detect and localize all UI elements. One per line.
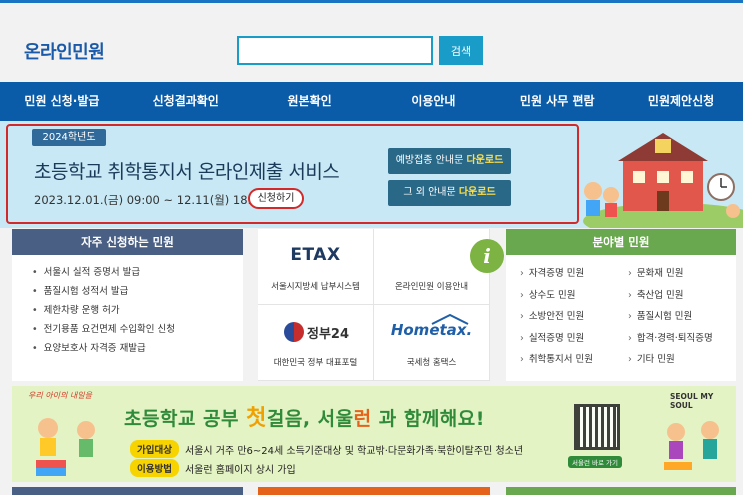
list-item[interactable]: 품질시험 성적서 발급 <box>32 282 243 301</box>
list-item[interactable]: 품질시험 민원 <box>628 306 736 328</box>
main-nav: 민원 신청·발급 신청결과확인 원본확인 이용안내 민원 사무 편람 민원제안신… <box>0 82 743 121</box>
frequent-services-title: 자주 신청하는 민원 <box>12 229 243 255</box>
ad-headline: 초등학교 공부 첫걸음, 서울런 과 함께해요! <box>124 400 485 432</box>
usage-text: 서울런 홈페이지 상시 가입 <box>184 464 296 476</box>
nav-item-proposal[interactable]: 민원제안신청 <box>619 82 743 121</box>
vaccination-download-label: 예방접종 안내문 <box>395 155 464 166</box>
next-section-strip <box>506 487 736 495</box>
qr-code-icon <box>574 404 620 450</box>
vaccination-download-button[interactable]: 예방접종 안내문 다운로드 <box>388 148 511 174</box>
top-accent-line <box>0 0 743 3</box>
list-item[interactable]: 축산업 민원 <box>628 285 736 307</box>
list-item[interactable]: 소방안전 민원 <box>520 306 628 328</box>
gov24-logo-text: 정부24 <box>307 326 350 342</box>
ad-headline-emphasis: 런 <box>353 408 372 430</box>
nav-item-verify[interactable]: 원본확인 <box>248 82 372 121</box>
other-guide-label: 그 외 안내문 <box>403 187 456 198</box>
list-item[interactable]: 전기용품 요건면제 수입확인 신청 <box>32 320 243 339</box>
hometax-label: 국세청 홈택스 <box>406 358 457 368</box>
seoul-learn-logo: 우리 아이의 내일을 <box>28 391 92 400</box>
gov24-logo: 정부24 <box>284 322 349 342</box>
search-button[interactable]: 검색 <box>439 36 483 65</box>
etax-logo: ETAX <box>290 245 341 265</box>
banner-title: 초등학교 취학통지서 온라인제출 서비스 <box>34 161 340 183</box>
list-item[interactable]: 상수도 민원 <box>520 285 628 307</box>
other-guide-download-button[interactable]: 그 외 안내문 다운로드 <box>388 180 511 206</box>
site-logo[interactable]: 온라인민원 <box>24 38 105 64</box>
usage-row: 이용방법 서울런 홈페이지 상시 가입 <box>130 459 296 477</box>
seoul-learn-banner[interactable]: 우리 아이의 내일을 초등학교 공부 첫걸음, 서울런 과 함께해요! 가입대상… <box>12 386 736 482</box>
category-services-panel: 분야별 민원 자격증명 민원 문화재 민원 상수도 민원 축산업 민원 소방안전… <box>506 229 736 381</box>
list-item[interactable]: 취학통지서 민원 <box>520 349 628 371</box>
ad-headline-part: 초등학교 공부 <box>124 408 247 430</box>
next-section-strip <box>258 487 490 495</box>
list-item[interactable]: 문화재 민원 <box>628 263 736 285</box>
year-badge: 2024학년도 <box>32 129 106 146</box>
gov24-link[interactable]: 정부24 대한민국 정부 대표포털 <box>258 305 374 381</box>
enrollment-banner: 2024학년도 초등학교 취학통지서 온라인제출 서비스 2023.12.01.… <box>0 121 743 228</box>
list-item[interactable]: 합격·경력·퇴직증명 <box>628 328 736 350</box>
list-item[interactable]: 제한차량 운행 허가 <box>32 301 243 320</box>
list-item[interactable]: 요양보호사 자격증 재발급 <box>32 339 243 358</box>
usage-tag: 이용방법 <box>130 459 179 477</box>
eligibility-tag: 가입대상 <box>130 440 179 458</box>
ad-headline-part: 걸음, 서울 <box>266 408 354 430</box>
banner-date: 2023.12.01.(금) 09:00 ~ 12.11(월) 18:00 <box>34 193 267 207</box>
ad-headline-emphasis: 첫 <box>246 406 267 431</box>
etax-label: 서울시지방세 납부시스템 <box>271 282 360 292</box>
eligibility-text: 서울시 거주 만6~24세 소득기준대상 및 학교밖·다문화가족·북한이탈주민 … <box>184 445 524 457</box>
nav-item-apply[interactable]: 민원 신청·발급 <box>0 82 124 121</box>
download-label: 다운로드 <box>466 155 504 166</box>
search-input[interactable] <box>237 36 433 65</box>
hometax-link[interactable]: Hometax. 국세청 홈택스 <box>374 305 490 381</box>
frequent-services-list: 서울시 실적 증명서 발급 품질시험 성적서 발급 제한차량 운행 허가 전기용… <box>12 255 243 358</box>
qr-caption: 서울런 바로 가기 <box>568 456 622 468</box>
nav-item-guide[interactable]: 이용안내 <box>371 82 495 121</box>
hometax-logo: Hometax. <box>390 321 473 339</box>
ad-headline-part: 과 함께해요! <box>371 408 485 430</box>
list-item[interactable]: 서울시 실적 증명서 발급 <box>32 263 243 282</box>
quick-links-panel: ETAX 서울시지방세 납부시스템 i 온라인민원 이용안내 정부24 대한민국… <box>258 229 504 381</box>
etax-link[interactable]: ETAX 서울시지방세 납부시스템 <box>258 229 374 305</box>
seoul-brand-logo: SEOUL MY SOUL <box>670 392 714 410</box>
next-section-strip <box>12 487 243 495</box>
usage-guide-label: 온라인민원 이용안내 <box>394 282 469 292</box>
usage-guide-link[interactable]: i 온라인민원 이용안내 <box>374 229 504 305</box>
gov24-label: 대한민국 정부 대표포털 <box>273 358 358 368</box>
nav-item-handbook[interactable]: 민원 사무 편람 <box>495 82 619 121</box>
list-item[interactable]: 자격증명 민원 <box>520 263 628 285</box>
taegeuk-icon <box>284 322 304 342</box>
eligibility-row: 가입대상 서울시 거주 만6~24세 소득기준대상 및 학교밖·다문화가족·북한… <box>130 440 523 458</box>
frequent-services-panel: 자주 신청하는 민원 서울시 실적 증명서 발급 품질시험 성적서 발급 제한차… <box>12 229 243 381</box>
category-services-list: 자격증명 민원 문화재 민원 상수도 민원 축산업 민원 소방안전 민원 품질시… <box>506 255 736 371</box>
category-services-title: 분야별 민원 <box>506 229 736 255</box>
list-item[interactable]: 실적증명 민원 <box>520 328 628 350</box>
download-label: 다운로드 <box>458 187 496 198</box>
school-illustration <box>583 133 743 228</box>
info-icon: i <box>470 239 504 273</box>
apply-button[interactable]: 신청하기 <box>248 188 304 209</box>
list-item[interactable]: 기타 민원 <box>628 349 736 371</box>
nav-item-result[interactable]: 신청결과확인 <box>124 82 248 121</box>
